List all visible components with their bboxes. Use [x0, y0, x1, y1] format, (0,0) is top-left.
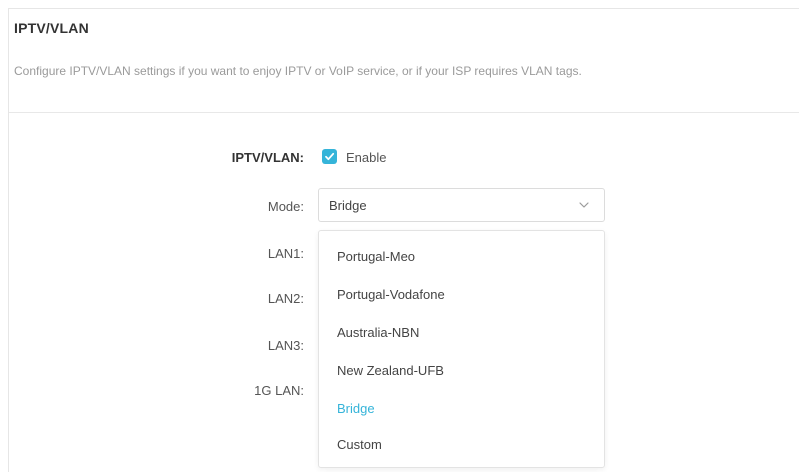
lan-1g-label: 1G LAN: — [254, 383, 304, 398]
mode-label: Mode: — [267, 199, 304, 214]
dropdown-option-new-zealand-ufb[interactable]: New Zealand-UFB — [337, 363, 444, 378]
section-title: IPTV/VLAN — [14, 20, 89, 36]
chevron-down-icon — [579, 202, 589, 208]
section-description: Configure IPTV/VLAN settings if you want… — [14, 64, 582, 78]
enable-checkbox[interactable] — [322, 149, 337, 164]
checkmark-icon — [325, 152, 335, 161]
lan3-label: LAN3: — [267, 338, 304, 353]
dropdown-option-portugal-vodafone[interactable]: Portugal-Vodafone — [337, 287, 445, 302]
dropdown-option-portugal-meo[interactable]: Portugal-Meo — [337, 249, 415, 264]
dropdown-option-custom[interactable]: Custom — [337, 437, 382, 452]
divider — [9, 112, 799, 113]
iptv-vlan-label: IPTV/VLAN: — [231, 150, 304, 165]
mode-select-value: Bridge — [329, 198, 367, 213]
enable-label[interactable]: Enable — [346, 150, 386, 165]
dropdown-option-australia-nbn[interactable]: Australia-NBN — [337, 325, 419, 340]
dropdown-option-bridge[interactable]: Bridge — [337, 401, 375, 416]
mode-dropdown-list: Portugal-Meo Portugal-Vodafone Australia… — [318, 230, 605, 468]
lan2-label: LAN2: — [267, 291, 304, 306]
lan1-label: LAN1: — [267, 246, 304, 261]
mode-select[interactable]: Bridge — [318, 188, 605, 222]
